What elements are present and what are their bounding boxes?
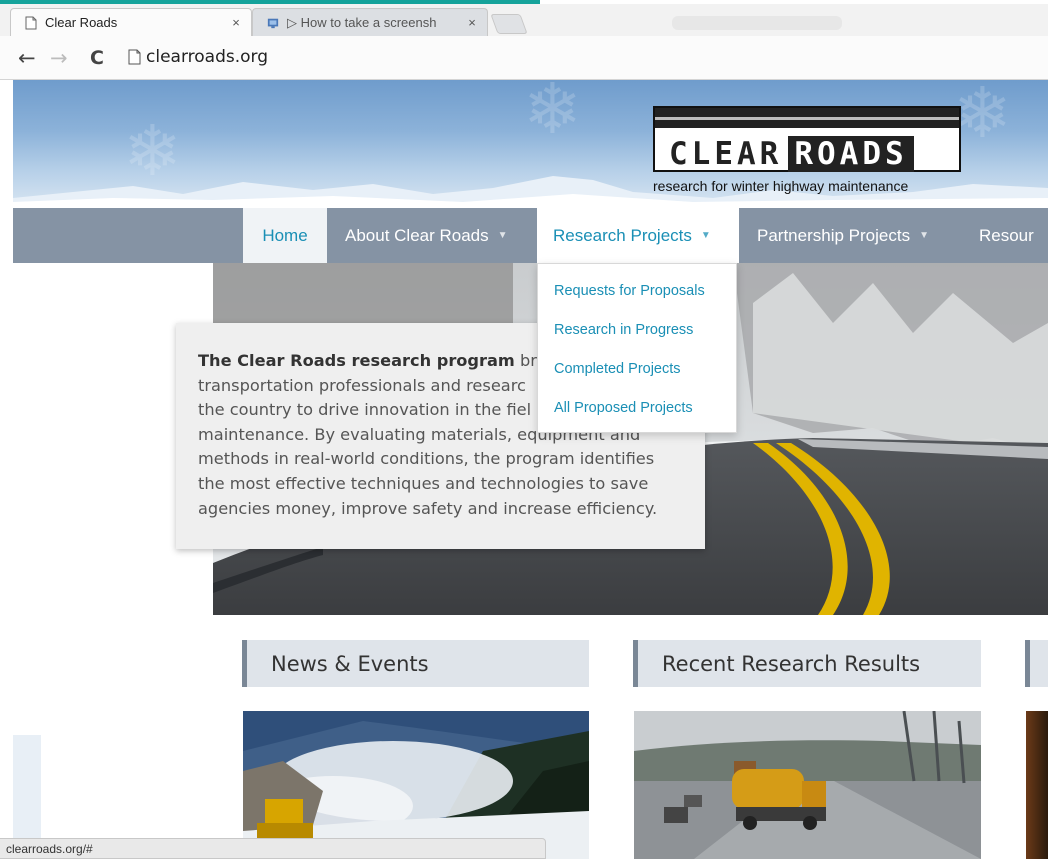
tab-strip: Clear Roads × ▷ How to take a screensh × (0, 4, 1048, 36)
menu-item-requests-for-proposals[interactable]: Requests for Proposals (554, 283, 705, 299)
tab-title: ▷ How to take a screensh (287, 14, 437, 30)
third-section-heading[interactable] (1025, 640, 1048, 687)
third-thumbnail-image[interactable] (1026, 711, 1048, 859)
site-banner: ❄ ❄ ❄ CLEAR ROADS research for winter hig… (13, 80, 1048, 208)
page-info-icon[interactable] (128, 49, 141, 65)
status-bar-url: clearroads.org/# (0, 838, 546, 859)
browser-toolbar: ← → C clearroads.org (0, 36, 1048, 80)
news-events-heading[interactable]: News & Events (242, 640, 589, 687)
new-tab-button[interactable] (490, 14, 528, 34)
nav-partnership-projects[interactable]: Partnership Projects ▼ (757, 208, 929, 263)
logo-wordmark: CLEAR ROADS (669, 136, 914, 172)
main-nav: Home About Clear Roads ▼ Research Project… (13, 208, 1048, 263)
snowflake-decoration: ❄ (523, 80, 582, 150)
blurred-window-title (672, 16, 842, 30)
page-icon (25, 16, 37, 29)
research-projects-dropdown: Requests for Proposals Research in Progr… (537, 263, 737, 433)
chevron-down-icon: ▼ (700, 230, 711, 241)
snowflake-decoration: ❄ (953, 80, 1012, 154)
video-page-icon (267, 18, 279, 28)
tab-screenshot-video[interactable]: ▷ How to take a screensh × (252, 8, 488, 36)
back-arrow-icon[interactable]: ← (18, 46, 36, 70)
site-tagline: research for winter highway maintenance (653, 178, 909, 194)
chevron-down-icon: ▼ (919, 230, 929, 241)
menu-item-all-proposed-projects[interactable]: All Proposed Projects (554, 400, 693, 416)
news-thumbnail-image[interactable] (243, 711, 589, 859)
clear-roads-logo[interactable]: CLEAR ROADS (653, 106, 961, 172)
tab-close-icon[interactable]: × (227, 15, 245, 30)
menu-item-research-in-progress[interactable]: Research in Progress (554, 322, 693, 338)
browser-window: Clear Roads × ▷ How to take a screensh ×… (0, 0, 1048, 859)
tab-title: Clear Roads (45, 15, 118, 30)
menu-item-completed-projects[interactable]: Completed Projects (554, 361, 681, 377)
recent-research-heading[interactable]: Recent Research Results (633, 640, 981, 687)
nav-about[interactable]: About Clear Roads ▼ (345, 208, 508, 263)
nav-resources[interactable]: Resour (979, 208, 1034, 263)
chevron-down-icon: ▼ (497, 230, 508, 241)
tab-clear-roads[interactable]: Clear Roads × (10, 8, 252, 36)
reload-icon[interactable]: C (90, 47, 104, 69)
logo-road-graphic (655, 108, 959, 128)
tab-close-icon[interactable]: × (463, 15, 481, 30)
forward-arrow-icon[interactable]: → (50, 46, 68, 70)
nav-research-projects[interactable]: Research Projects ▼ (537, 208, 739, 263)
recent-research-thumbnail-image[interactable] (634, 711, 981, 859)
address-bar[interactable]: clearroads.org (146, 47, 268, 67)
nav-home[interactable]: Home (243, 208, 327, 263)
